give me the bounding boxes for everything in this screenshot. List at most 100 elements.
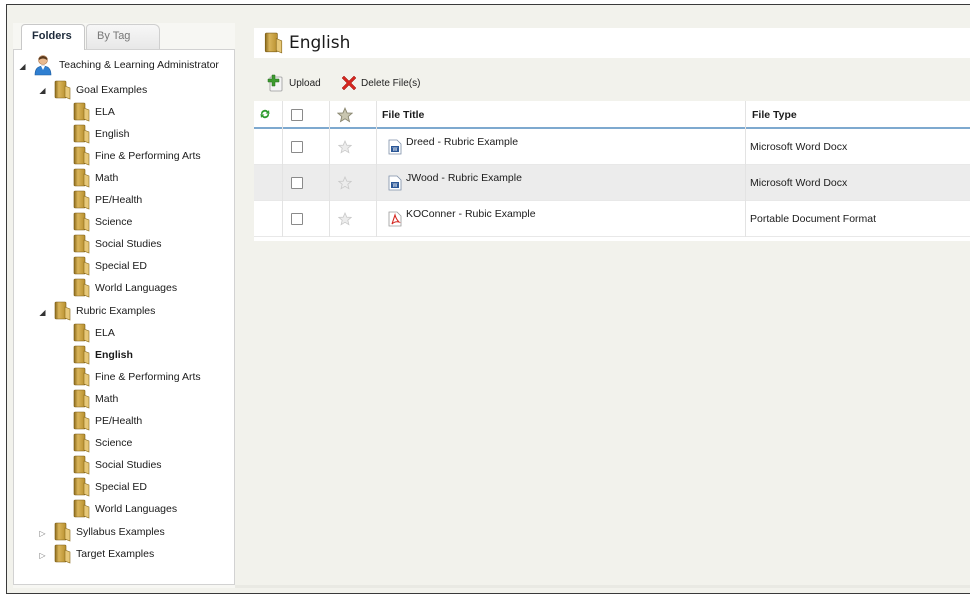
tree-item-label: PE/Health bbox=[95, 415, 143, 427]
tree-folder-syllabus-examples[interactable]: Syllabus Examples bbox=[54, 521, 165, 543]
tree-item-goal-english[interactable]: English bbox=[73, 123, 129, 145]
row-checkbox[interactable] bbox=[291, 177, 303, 189]
tree-item-label: English bbox=[95, 128, 130, 140]
word-doc-icon: W bbox=[388, 139, 402, 155]
file-title-cell: W Dreed - Rubric Example bbox=[388, 129, 518, 165]
folder-icon bbox=[73, 389, 90, 409]
tree-folder-goal-examples[interactable]: Goal Examples bbox=[54, 79, 147, 101]
table-row[interactable]: KOConner - Rubic Example Portable Docume… bbox=[254, 201, 970, 237]
folder-icon bbox=[73, 278, 90, 298]
content-header bbox=[254, 28, 970, 58]
folder-tree: ◢ Teaching & Learning Administrator ◢ Go… bbox=[13, 49, 235, 585]
tree-folder-label: Goal Examples bbox=[76, 84, 148, 96]
tree-item-goal-ela[interactable]: ELA bbox=[73, 101, 115, 123]
file-title-cell: W JWood - Rubric Example bbox=[388, 165, 522, 201]
column-divider bbox=[376, 101, 377, 237]
favorite-star-icon[interactable] bbox=[338, 176, 352, 190]
tree-item-goal-world-languages[interactable]: World Languages bbox=[73, 277, 177, 299]
favorite-star-icon[interactable] bbox=[338, 212, 352, 226]
file-title-link[interactable]: KOConner - Rubic Example bbox=[406, 208, 536, 220]
tree-item-rubric-world-languages[interactable]: World Languages bbox=[73, 498, 177, 520]
folder-icon bbox=[73, 345, 90, 365]
collapse-arrow-icon[interactable]: ◢ bbox=[18, 62, 27, 71]
tree-item-label: Social Studies bbox=[95, 238, 162, 250]
folder-panel: By Tag Folders ◢ Teaching & Learning Adm… bbox=[13, 23, 235, 588]
folder-icon bbox=[73, 234, 90, 254]
expand-arrow-icon[interactable]: ▷ bbox=[38, 551, 47, 560]
folder-icon bbox=[73, 102, 90, 122]
file-title-link[interactable]: Dreed - Rubric Example bbox=[406, 136, 518, 148]
tree-item-label: Fine & Performing Arts bbox=[95, 150, 201, 162]
table-row[interactable]: W JWood - Rubric Example Microsoft Word … bbox=[254, 165, 970, 201]
tree-item-label: ELA bbox=[95, 106, 115, 118]
folder-icon bbox=[73, 455, 90, 475]
tree-item-rubric-science[interactable]: Science bbox=[73, 432, 132, 454]
toolbar: Upload Delete File(s) bbox=[254, 70, 970, 96]
tree-folder-rubric-examples[interactable]: Rubric Examples bbox=[54, 300, 155, 322]
tree-root[interactable]: Teaching & Learning Administrator bbox=[32, 54, 219, 76]
tree-item-goal-fine-arts[interactable]: Fine & Performing Arts bbox=[73, 145, 201, 167]
tree-item-rubric-ela[interactable]: ELA bbox=[73, 322, 115, 344]
favorite-star-icon[interactable] bbox=[338, 140, 352, 154]
tree-item-label: Math bbox=[95, 393, 119, 405]
tree-item-label: World Languages bbox=[95, 282, 178, 294]
folder-icon bbox=[73, 124, 90, 144]
tree-root-label: Teaching & Learning Administrator bbox=[59, 59, 219, 71]
tree-item-rubric-english[interactable]: English bbox=[73, 344, 133, 366]
tree-item-goal-math[interactable]: Math bbox=[73, 167, 118, 189]
tree-item-label: English bbox=[95, 349, 133, 361]
folder-icon bbox=[73, 146, 90, 166]
tree-folder-target-examples[interactable]: Target Examples bbox=[54, 543, 154, 565]
tree-item-rubric-math[interactable]: Math bbox=[73, 388, 118, 410]
upload-label: Upload bbox=[289, 77, 321, 89]
column-divider bbox=[329, 101, 330, 237]
tree-item-rubric-pe-health[interactable]: PE/Health bbox=[73, 410, 142, 432]
tree-item-label: World Languages bbox=[95, 503, 178, 515]
tab-by-tag[interactable]: By Tag bbox=[86, 24, 160, 50]
tab-folders[interactable]: Folders bbox=[21, 24, 85, 50]
tree-item-label: Social Studies bbox=[95, 459, 162, 471]
tree-item-rubric-special-ed[interactable]: Special ED bbox=[73, 476, 147, 498]
star-header-icon[interactable] bbox=[337, 107, 353, 123]
upload-button[interactable]: Upload bbox=[266, 70, 321, 96]
file-title-link[interactable]: JWood - Rubric Example bbox=[406, 172, 522, 184]
upload-icon bbox=[267, 74, 283, 92]
bottom-strip bbox=[235, 585, 970, 588]
folder-icon bbox=[73, 190, 90, 210]
folder-icon bbox=[73, 499, 90, 519]
tree-folder-label: Syllabus Examples bbox=[76, 526, 165, 538]
grid-header: File Title File Type bbox=[254, 101, 970, 129]
tree-item-rubric-social-studies[interactable]: Social Studies bbox=[73, 454, 162, 476]
expand-arrow-icon[interactable]: ▷ bbox=[38, 529, 47, 538]
row-checkbox[interactable] bbox=[291, 213, 303, 225]
row-checkbox[interactable] bbox=[291, 141, 303, 153]
column-header-file-title[interactable]: File Title bbox=[382, 101, 424, 129]
tree-item-label: Special ED bbox=[95, 481, 147, 493]
folder-icon bbox=[73, 433, 90, 453]
collapse-arrow-icon[interactable]: ◢ bbox=[38, 308, 47, 317]
tree-item-goal-special-ed[interactable]: Special ED bbox=[73, 255, 147, 277]
tree-item-goal-pe-health[interactable]: PE/Health bbox=[73, 189, 142, 211]
file-title-cell: KOConner - Rubic Example bbox=[388, 201, 536, 237]
file-type-cell: Microsoft Word Docx bbox=[750, 141, 848, 153]
panel-tabs: By Tag Folders bbox=[13, 23, 235, 50]
column-header-file-type[interactable]: File Type bbox=[752, 101, 797, 129]
tree-item-label: ELA bbox=[95, 327, 115, 339]
refresh-icon[interactable] bbox=[259, 108, 271, 120]
tree-folder-label: Target Examples bbox=[76, 548, 155, 560]
tree-item-label: Math bbox=[95, 172, 119, 184]
delete-files-button[interactable]: Delete File(s) bbox=[340, 70, 420, 96]
file-type-cell: Portable Document Format bbox=[750, 213, 877, 225]
collapse-arrow-icon[interactable]: ◢ bbox=[38, 86, 47, 95]
word-doc-icon: W bbox=[388, 175, 402, 191]
tree-item-goal-science[interactable]: Science bbox=[73, 211, 132, 233]
tree-item-rubric-fine-arts[interactable]: Fine & Performing Arts bbox=[73, 366, 201, 388]
folder-icon bbox=[73, 367, 90, 387]
table-row[interactable]: W Dreed - Rubric Example Microsoft Word … bbox=[254, 129, 970, 165]
select-all-checkbox[interactable] bbox=[291, 109, 303, 121]
tree-item-goal-social-studies[interactable]: Social Studies bbox=[73, 233, 162, 255]
folder-icon bbox=[54, 301, 71, 321]
column-divider bbox=[282, 101, 283, 237]
pdf-icon bbox=[388, 211, 402, 227]
svg-text:W: W bbox=[393, 147, 398, 153]
